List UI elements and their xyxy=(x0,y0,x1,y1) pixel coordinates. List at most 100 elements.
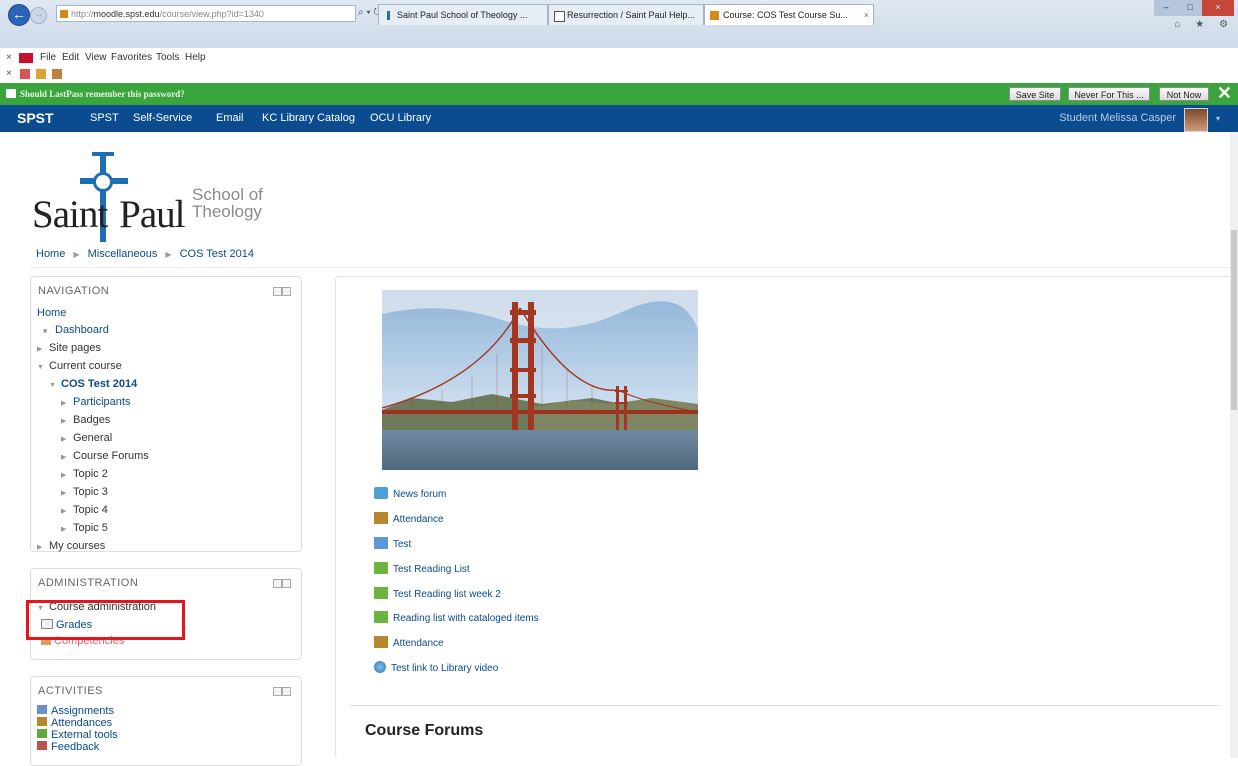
chevron-down-icon[interactable]: ▾ xyxy=(1216,105,1220,132)
activity-link[interactable]: Attendance xyxy=(393,638,444,649)
activity-news-forum[interactable]: News forum xyxy=(374,487,446,502)
menu-view[interactable]: View xyxy=(85,50,107,66)
menu-tools[interactable]: Tools xyxy=(156,50,179,66)
maximize-button[interactable]: □ xyxy=(1178,0,1202,16)
nav-current-course[interactable]: Current course xyxy=(49,360,122,372)
activity-test-folder[interactable]: Test xyxy=(374,537,411,552)
scrollbar-thumb[interactable] xyxy=(1231,230,1237,410)
nav-dashboard[interactable]: Dashboard xyxy=(55,324,109,336)
dock-icon[interactable] xyxy=(273,287,282,296)
activity-reading-list-cataloged[interactable]: Reading list with cataloged items xyxy=(374,611,539,626)
breadcrumb-course[interactable]: COS Test 2014 xyxy=(180,248,254,260)
activity-attendance[interactable]: Attendance xyxy=(374,512,444,527)
page-scrollbar[interactable] xyxy=(1230,132,1238,758)
tab-close-icon[interactable]: × xyxy=(864,5,869,25)
block-controls[interactable] xyxy=(273,687,291,696)
nav-general[interactable]: General xyxy=(73,432,112,444)
activity-test-reading-list-week-2[interactable]: Test Reading list week 2 xyxy=(374,587,501,602)
activity-assignments-item[interactable]: Assignments xyxy=(37,705,118,717)
nav-kc-library-catalog[interactable]: KC Library Catalog xyxy=(262,105,355,132)
nav-topic-5[interactable]: Topic 5 xyxy=(73,522,108,534)
brand-link[interactable]: SPST xyxy=(17,105,54,132)
toolbar-close-icon[interactable]: × xyxy=(6,66,12,82)
nav-topic-3-item[interactable]: ▶ Topic 3 xyxy=(37,484,149,502)
nav-participants[interactable]: Participants xyxy=(73,396,130,408)
nav-course-forums[interactable]: Course Forums xyxy=(73,450,149,462)
save-site-button[interactable]: Save Site xyxy=(1009,87,1061,101)
nav-topic-2-item[interactable]: ▶ Topic 2 xyxy=(37,466,149,484)
nav-topic-5-item[interactable]: ▶ Topic 5 xyxy=(37,520,149,538)
forward-button[interactable]: → xyxy=(30,7,47,24)
close-window-button[interactable]: × xyxy=(1202,0,1234,16)
share-tool-icon[interactable] xyxy=(52,69,62,79)
nav-spst[interactable]: SPST xyxy=(90,105,119,132)
activity-link[interactable]: Test xyxy=(393,539,411,550)
school-logo[interactable]: Saint Paul School of Theology xyxy=(32,148,263,248)
nav-course-item[interactable]: ▼ COS Test 2014 xyxy=(37,376,149,394)
nav-email[interactable]: Email xyxy=(216,105,244,132)
nav-topic-2[interactable]: Topic 2 xyxy=(73,468,108,480)
collapse-icon[interactable] xyxy=(282,579,291,588)
dock-icon[interactable] xyxy=(273,579,282,588)
minimize-button[interactable]: – xyxy=(1154,0,1178,16)
never-for-this-button[interactable]: Never For This ... xyxy=(1068,87,1150,101)
avatar[interactable] xyxy=(1184,108,1208,132)
lastpass-close-icon[interactable]: ✕ xyxy=(1217,84,1232,102)
breadcrumb-miscellaneous[interactable]: Miscellaneous xyxy=(88,248,158,260)
nav-ocu-library[interactable]: OCU Library xyxy=(370,105,431,132)
menu-file[interactable]: File xyxy=(40,50,56,66)
nav-participants-item[interactable]: ▶ Participants xyxy=(37,394,149,412)
tab-resurrection[interactable]: Resurrection / Saint Paul Help... xyxy=(548,4,704,25)
nav-badges-item[interactable]: ▶ Badges xyxy=(37,412,149,430)
nav-dashboard-item[interactable]: ■ Dashboard xyxy=(37,322,149,340)
edit-tool-icon[interactable] xyxy=(36,69,46,79)
nav-general-item[interactable]: ▶ General xyxy=(37,430,149,448)
activity-test-reading-list[interactable]: Test Reading List xyxy=(374,562,470,577)
nav-my-courses[interactable]: My courses xyxy=(49,540,105,552)
address-bar[interactable]: http://moodle.spst.edu/course/view.php?i… xyxy=(56,5,356,22)
activity-external-tools[interactable]: External tools xyxy=(51,729,118,741)
activity-external-tools-item[interactable]: External tools xyxy=(37,729,118,741)
menu-close-icon[interactable]: × xyxy=(6,50,12,66)
activity-test-link-library-video[interactable]: Test link to Library video xyxy=(374,661,498,676)
not-now-button[interactable]: Not Now xyxy=(1159,87,1209,101)
activity-link[interactable]: Attendance xyxy=(393,514,444,525)
breadcrumb-home[interactable]: Home xyxy=(36,248,65,260)
nav-site-pages[interactable]: Site pages xyxy=(49,342,101,354)
nav-topic-4-item[interactable]: ▶ Topic 4 xyxy=(37,502,149,520)
activity-link[interactable]: Test link to Library video xyxy=(391,663,498,674)
collapse-icon[interactable] xyxy=(282,687,291,696)
nav-course-forums-item[interactable]: ▶ Course Forums xyxy=(37,448,149,466)
collapse-icon[interactable] xyxy=(282,287,291,296)
tab-saint-paul[interactable]: Saint Paul School of Theology ... xyxy=(378,4,548,25)
activity-link[interactable]: Reading list with cataloged items xyxy=(393,613,539,624)
nav-current-course-item[interactable]: ▼ Current course xyxy=(37,358,149,376)
back-button[interactable]: ← xyxy=(8,4,30,26)
block-controls[interactable] xyxy=(273,287,291,296)
activity-feedback[interactable]: Feedback xyxy=(51,741,99,753)
nav-my-courses-item[interactable]: ▶ My courses xyxy=(37,538,149,556)
nav-badges[interactable]: Badges xyxy=(73,414,110,426)
lastpass-toolbar-icon[interactable] xyxy=(19,53,33,63)
activity-link[interactable]: News forum xyxy=(393,489,446,500)
tab-course-active[interactable]: Course: COS Test Course Su... × xyxy=(704,4,874,25)
nav-topic-3[interactable]: Topic 3 xyxy=(73,486,108,498)
nav-site-pages-item[interactable]: ▶ Site pages xyxy=(37,340,149,358)
activity-link[interactable]: Test Reading List xyxy=(393,564,470,575)
nav-course[interactable]: COS Test 2014 xyxy=(61,378,137,390)
nav-topic-4[interactable]: Topic 4 xyxy=(73,504,108,516)
block-controls[interactable] xyxy=(273,579,291,588)
menu-help[interactable]: Help xyxy=(185,50,206,66)
activity-attendances[interactable]: Attendances xyxy=(51,717,112,729)
activity-feedback-item[interactable]: Feedback xyxy=(37,741,118,753)
home-favorites-settings-icons[interactable]: ⌂ ★ ⚙ xyxy=(1174,19,1234,30)
user-menu-name[interactable]: Student Melissa Casper xyxy=(1059,105,1176,132)
activity-link[interactable]: Test Reading list week 2 xyxy=(393,589,501,600)
activity-assignments[interactable]: Assignments xyxy=(51,705,114,717)
nav-self-service[interactable]: Self-Service xyxy=(133,105,192,132)
activity-attendance-2[interactable]: Attendance xyxy=(374,636,444,651)
menu-favorites[interactable]: Favorites xyxy=(111,50,152,66)
pdf-tool-icon[interactable] xyxy=(20,69,30,79)
menu-edit[interactable]: Edit xyxy=(62,50,79,66)
activity-attendances-item[interactable]: Attendances xyxy=(37,717,118,729)
